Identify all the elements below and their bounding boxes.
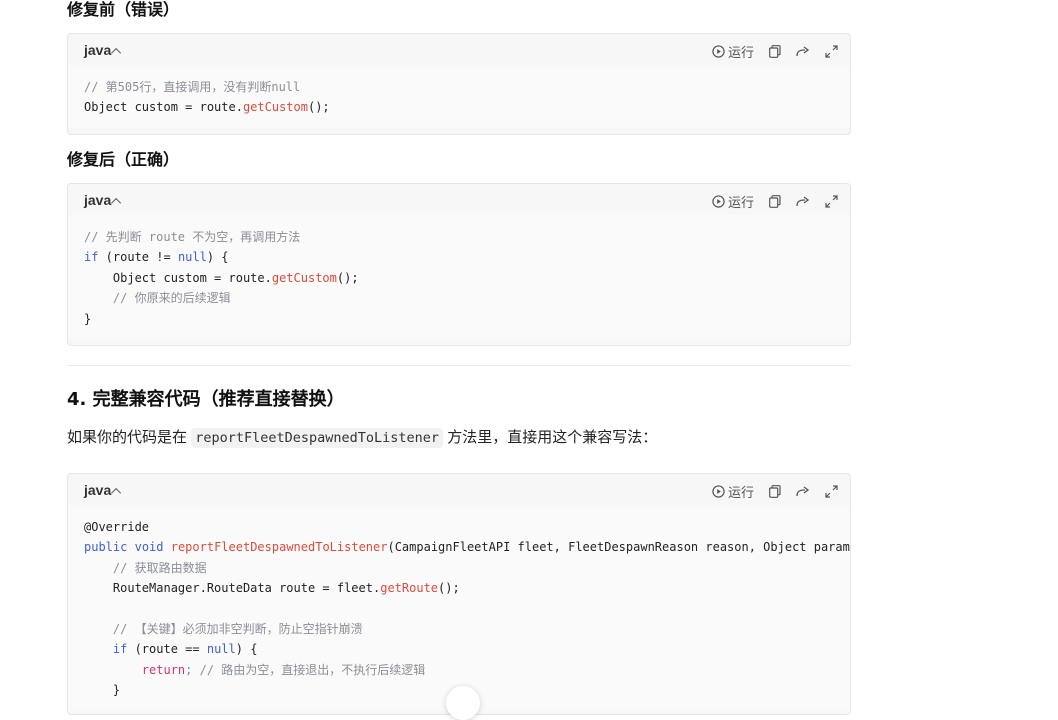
- copy-button[interactable]: [768, 195, 782, 209]
- code-language-label: java: [84, 192, 112, 208]
- code-toolbar: 运行: [712, 482, 838, 501]
- code-language-toggle[interactable]: java: [84, 42, 122, 58]
- copy-button[interactable]: [768, 45, 782, 59]
- heading-after-fix: 修复后（正确）: [67, 150, 180, 169]
- heading-section-4: 4. 完整兼容代码（推荐直接替换）: [67, 389, 345, 410]
- code-method: getRoute: [380, 581, 439, 596]
- code-block-full: java 运行 @Override public void reportFlee…: [67, 473, 851, 715]
- code-language-toggle[interactable]: java: [84, 192, 122, 208]
- code-keyword: null: [206, 642, 236, 657]
- code-text: ();: [336, 270, 359, 285]
- expand-icon: [824, 195, 838, 208]
- code-keyword: null: [177, 250, 207, 265]
- copy-icon: [769, 485, 781, 498]
- code-content: @Override public void reportFleetDespawn…: [68, 505, 850, 711]
- code-text: (route ==: [127, 642, 207, 657]
- section-divider: [67, 365, 851, 366]
- code-comment: // 先判断 route 不为空，再调用方法: [84, 230, 301, 244]
- copy-button[interactable]: [768, 485, 782, 499]
- code-keyword: void: [134, 540, 164, 555]
- code-text: (CampaignFleetAPI fleet, FleetDespawnRea…: [387, 540, 851, 555]
- run-button[interactable]: 运行: [712, 192, 754, 211]
- run-button[interactable]: 运行: [712, 482, 754, 501]
- share-button[interactable]: [796, 195, 810, 209]
- code-toolbar: 运行: [712, 42, 838, 61]
- code-comment: ; // 路由为空，直接退出，不执行后续逻辑: [185, 662, 426, 677]
- code-language-label: java: [84, 42, 112, 58]
- chevron-up-icon: [111, 197, 122, 208]
- code-comment: // 第505行，直接调用，没有判断null: [84, 80, 301, 94]
- share-button[interactable]: [796, 45, 810, 59]
- expand-button[interactable]: [824, 485, 838, 499]
- inline-code: reportFleetDespawnedToListener: [191, 428, 444, 448]
- code-language-toggle[interactable]: java: [84, 482, 122, 498]
- code-toolbar: 运行: [712, 192, 838, 211]
- code-keyword: if: [112, 642, 128, 657]
- play-circle-icon: [712, 195, 725, 208]
- code-comment: // 获取路由数据: [84, 560, 207, 575]
- code-block-header: java 运行: [68, 474, 850, 505]
- code-text: ();: [307, 100, 330, 115]
- code-block-header: java 运行: [68, 184, 850, 215]
- code-text: }: [84, 683, 121, 698]
- share-arrow-icon: [796, 45, 810, 56]
- run-button-label: 运行: [727, 196, 754, 211]
- code-method: getCustom: [242, 100, 308, 115]
- play-circle-icon: [712, 485, 725, 498]
- expand-button[interactable]: [824, 195, 838, 209]
- code-content: // 第505行，直接调用，没有判断null Object custom = r…: [68, 65, 850, 128]
- run-button-label: 运行: [727, 486, 754, 501]
- code-keyword: public: [84, 540, 128, 555]
- code-language-label: java: [84, 482, 112, 498]
- code-text: RouteManager.RouteData route = fleet.: [84, 581, 381, 596]
- code-annotation: @Override: [84, 520, 150, 534]
- code-comment: // 你原来的后续逻辑: [84, 291, 231, 306]
- code-text: Object custom = route.: [84, 270, 272, 285]
- scroll-down-button[interactable]: [446, 686, 480, 720]
- code-method: getCustom: [271, 270, 337, 285]
- expand-icon: [824, 45, 838, 58]
- code-text: Object custom = route.: [84, 100, 243, 115]
- code-block-before: java 运行 // 第505行，直接调用，没有判断null Object cu…: [67, 33, 851, 135]
- expand-button[interactable]: [824, 45, 838, 59]
- code-keyword: return: [141, 662, 186, 677]
- play-circle-icon: [712, 45, 725, 58]
- run-button[interactable]: 运行: [712, 42, 754, 61]
- expand-icon: [824, 485, 838, 498]
- copy-icon: [769, 195, 781, 208]
- code-keyword: if: [84, 250, 99, 265]
- code-text: }: [84, 311, 92, 326]
- code-text: ) {: [206, 250, 229, 265]
- chevron-up-icon: [111, 47, 122, 58]
- intro-paragraph: 如果你的代码是在 reportFleetDespawnedToListener …: [67, 427, 657, 449]
- code-text: ();: [438, 581, 460, 596]
- intro-prefix: 如果你的代码是在: [67, 429, 188, 446]
- code-text: ) {: [235, 642, 258, 657]
- code-text: (route !=: [98, 250, 178, 265]
- code-method: reportFleetDespawnedToListener: [170, 540, 388, 555]
- chevron-up-icon: [111, 487, 122, 498]
- copy-icon: [769, 45, 781, 58]
- intro-suffix: 方法里，直接用这个兼容写法：: [447, 429, 658, 446]
- code-block-after: java 运行 // 先判断 route 不为空，再调用方法 if (route…: [67, 183, 851, 346]
- run-button-label: 运行: [727, 46, 754, 61]
- share-arrow-icon: [796, 195, 810, 206]
- code-comment: // 【关键】必须加非空判断，防止空指针崩溃: [84, 622, 363, 637]
- code-block-header: java 运行: [68, 34, 850, 65]
- share-arrow-icon: [796, 485, 810, 496]
- share-button[interactable]: [796, 485, 810, 499]
- heading-before-fix: 修复前（错误）: [67, 0, 180, 19]
- code-content: // 先判断 route 不为空，再调用方法 if (route != null…: [68, 215, 850, 340]
